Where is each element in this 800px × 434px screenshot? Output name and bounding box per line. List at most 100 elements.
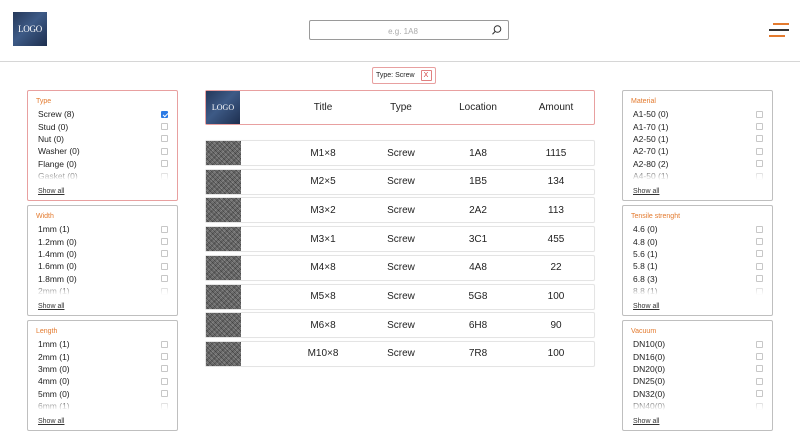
filter-options[interactable]: DN10(0)DN16(0)DN20(0)DN25(0)DN32(0)DN40(…: [631, 338, 764, 410]
filter-option-label: DN20(0): [633, 363, 666, 374]
filter-option[interactable]: DN16(0): [631, 350, 764, 362]
show-all-link[interactable]: Show all: [38, 418, 64, 432]
product-thumbnail: [206, 284, 241, 309]
table-logo: LOGO: [206, 91, 240, 124]
show-all-link[interactable]: Show all: [633, 188, 659, 202]
table-row[interactable]: M1×8 Screw 1A8 1115: [205, 140, 595, 166]
cell-amount: 100: [547, 291, 565, 302]
checkbox[interactable]: [756, 160, 763, 168]
filter-option[interactable]: 4.6 (0): [631, 223, 764, 235]
filter-option[interactable]: 2mm (1): [36, 350, 169, 362]
checkbox[interactable]: [161, 123, 168, 131]
checkbox[interactable]: [756, 110, 763, 118]
checkbox[interactable]: [756, 390, 763, 398]
checkbox[interactable]: [161, 160, 168, 168]
table-row[interactable]: M2×5 Screw 1B5 134: [205, 168, 595, 195]
checkbox[interactable]: [756, 135, 763, 143]
checkbox[interactable]: [756, 225, 763, 233]
checkbox[interactable]: [161, 340, 168, 348]
filter-options[interactable]: 1mm (1)2mm (1)3mm (0)4mm (0)5mm (0)6mm (…: [36, 338, 169, 410]
checkbox[interactable]: [161, 250, 168, 258]
filter-options[interactable]: A1-50 (0) A1-70 (1) A2-50 (1) A2-70 (1) A2-8…: [631, 108, 764, 180]
show-all-link[interactable]: Show all: [633, 418, 659, 432]
table-row[interactable]: M4×8 Screw 4A8 22: [205, 254, 595, 281]
checkbox[interactable]: [756, 262, 763, 270]
checkbox[interactable]: [756, 123, 763, 131]
table-row[interactable]: M3×1 Screw 3C1 455: [205, 226, 595, 253]
checkbox[interactable]: [161, 110, 168, 118]
checkbox[interactable]: [161, 238, 168, 246]
filter-option[interactable]: DN10(0): [631, 338, 764, 350]
show-all-link[interactable]: Show all: [633, 303, 659, 317]
show-all-link[interactable]: Show all: [38, 188, 64, 202]
checkbox[interactable]: [756, 365, 763, 373]
checkbox[interactable]: [161, 275, 168, 283]
cell-location: 5G8: [468, 291, 488, 302]
column-header-location[interactable]: Location: [448, 102, 508, 113]
checkbox[interactable]: [161, 262, 168, 270]
filter-option[interactable]: Stud (0): [36, 120, 169, 132]
cell-amount: 134: [547, 176, 565, 188]
filter-option[interactable]: Washer (0): [36, 145, 169, 157]
cell-type: Screw: [387, 176, 415, 188]
hamburger-menu-icon[interactable]: [769, 22, 789, 38]
filter-option-label: A1-70 (1): [633, 121, 669, 132]
checkbox[interactable]: [161, 390, 168, 398]
filter-option[interactable]: A2-50 (1): [631, 133, 764, 145]
filter-options[interactable]: Screw (8) Stud (0) Nut (0) Washer (0) Flange…: [36, 108, 169, 180]
filter-option[interactable]: 4mm (0): [36, 375, 169, 387]
checkbox[interactable]: [756, 238, 763, 246]
filter-options[interactable]: 4.6 (0)4.8 (0)5.6 (1)5.8 (1)6.8 (3)8.8 (…: [631, 223, 764, 295]
filter-option[interactable]: A1-50 (0): [631, 108, 764, 120]
logo-text: LOGO: [18, 24, 42, 34]
filter-option[interactable]: Screw (8): [36, 108, 169, 120]
cell-location: 1A8: [469, 147, 487, 159]
table-row[interactable]: M6×8 Screw 6H8 90: [205, 312, 595, 339]
column-header-type[interactable]: Type: [371, 102, 431, 113]
filter-option[interactable]: A2-70 (1): [631, 145, 764, 157]
checkbox[interactable]: [161, 135, 168, 143]
product-thumbnail: [206, 313, 241, 338]
filter-option[interactable]: 1.2mm (0): [36, 235, 169, 247]
filter-option[interactable]: 3mm (0): [36, 363, 169, 375]
table-row[interactable]: M5×8 Screw 5G8 100: [205, 283, 595, 310]
filter-title: Tensile strenght: [631, 213, 681, 220]
filter-option-label: Stud (0): [38, 121, 69, 132]
filter-option-label: 2mm (1): [38, 351, 70, 362]
filter-option[interactable]: 1mm (1): [36, 223, 169, 235]
filter-options[interactable]: 1mm (1) 1.2mm (0) 1.4mm (0) 1.6mm (0) 1.8mm …: [36, 223, 169, 295]
filter-option[interactable]: 1mm (1): [36, 338, 169, 350]
product-thumbnail: [206, 255, 241, 280]
show-all-link[interactable]: Show all: [38, 303, 64, 317]
filter-option[interactable]: Nut (0): [36, 133, 169, 145]
filter-option-label: DN25(0): [633, 376, 666, 387]
search-icon[interactable]: [491, 24, 503, 36]
logo[interactable]: LOGO: [13, 12, 47, 46]
checkbox[interactable]: [756, 377, 763, 385]
checkbox[interactable]: [161, 365, 168, 373]
filter-option[interactable]: DN25(0): [631, 375, 764, 387]
filter-option-label: DN10(0): [633, 339, 666, 350]
search-input[interactable]: [310, 22, 490, 41]
checkbox[interactable]: [161, 353, 168, 361]
remove-filter-button[interactable]: X: [420, 70, 432, 81]
filter-option[interactable]: 1.4mm (0): [36, 248, 169, 260]
checkbox[interactable]: [161, 147, 168, 155]
checkbox[interactable]: [161, 225, 168, 233]
filter-option[interactable]: A1-70 (1): [631, 120, 764, 132]
table-row[interactable]: M10×8 Screw 7R8 100: [205, 340, 595, 367]
filter-option[interactable]: DN20(0): [631, 363, 764, 375]
filter-option[interactable]: 5.8 (1): [631, 260, 764, 272]
filter-option[interactable]: 1.6mm (0): [36, 260, 169, 272]
checkbox[interactable]: [756, 147, 763, 155]
table-row[interactable]: M3×2 Screw 2A2 113: [205, 197, 595, 224]
column-header-amount[interactable]: Amount: [526, 102, 586, 113]
checkbox[interactable]: [756, 340, 763, 348]
checkbox[interactable]: [756, 353, 763, 361]
checkbox[interactable]: [756, 275, 763, 283]
filter-option[interactable]: 5.6 (1): [631, 248, 764, 260]
checkbox[interactable]: [756, 250, 763, 258]
column-header-title[interactable]: Title: [293, 102, 353, 113]
filter-option[interactable]: 4.8 (0): [631, 235, 764, 247]
checkbox[interactable]: [161, 377, 168, 385]
